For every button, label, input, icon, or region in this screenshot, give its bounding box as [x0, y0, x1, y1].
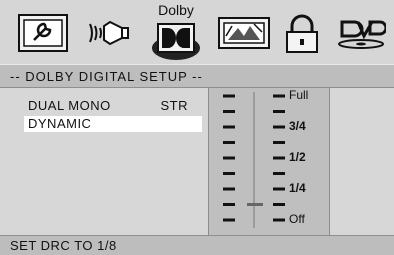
drc-label-1-2: 1/2 [289, 150, 306, 164]
menu-item-value: STR [160, 98, 188, 113]
slider-tick [273, 94, 285, 98]
settings-panel: DUAL MONO STR DYNAMIC Full 3/4 1/2 1/4 O… [0, 88, 394, 235]
section-header: -- DOLBY DIGITAL SETUP -- [0, 64, 394, 88]
dolby-setup-screen: Dolby -- DOLBY DIGITAL SETUP -- DUAL MON… [0, 0, 394, 255]
slider-tick [223, 110, 235, 113]
setup-toolbar: Dolby [0, 0, 394, 64]
lock-icon[interactable] [282, 14, 322, 53]
menu-item-label: DYNAMIC [28, 116, 92, 131]
slider-tick [223, 187, 235, 191]
status-bar: SET DRC TO 1/8 [0, 235, 394, 255]
menu-item-label: DUAL MONO [28, 98, 111, 113]
section-title: -- DOLBY DIGITAL SETUP -- [10, 69, 203, 84]
slider-tick [223, 156, 235, 160]
drc-label-1-4: 1/4 [289, 181, 306, 195]
menu-item-dynamic[interactable]: DYNAMIC [24, 116, 202, 132]
slider-tick [273, 110, 285, 113]
slider-tick [273, 141, 285, 144]
slider-tick [273, 203, 285, 206]
slider-tick [223, 141, 235, 144]
slider-tick [273, 125, 285, 129]
dolby-icon[interactable]: Dolby [146, 2, 206, 62]
slider-tick [273, 156, 285, 160]
slider-tick [273, 172, 285, 175]
slider-tick [223, 218, 235, 222]
audio-speaker-icon[interactable] [88, 14, 132, 52]
menu-item-dual-mono[interactable]: DUAL MONO STR [24, 98, 202, 114]
slider-tick [223, 94, 235, 98]
setup-icon[interactable] [18, 14, 68, 52]
status-message: SET DRC TO 1/8 [10, 238, 117, 253]
drc-label-3-4: 3/4 [289, 119, 306, 133]
slider-tick [273, 218, 285, 222]
slider-tick [223, 125, 235, 129]
drc-label-off: Off [289, 212, 305, 226]
slider-tick [273, 187, 285, 191]
drc-slider[interactable]: Full 3/4 1/2 1/4 Off [208, 88, 330, 235]
slider-tick [223, 203, 235, 206]
slider-thumb [247, 203, 263, 206]
slider-tick [223, 172, 235, 175]
dvd-logo-icon[interactable] [336, 14, 386, 52]
video-icon[interactable] [218, 14, 270, 52]
drc-label-full: Full [289, 88, 309, 102]
dolby-label: Dolby [158, 2, 194, 18]
